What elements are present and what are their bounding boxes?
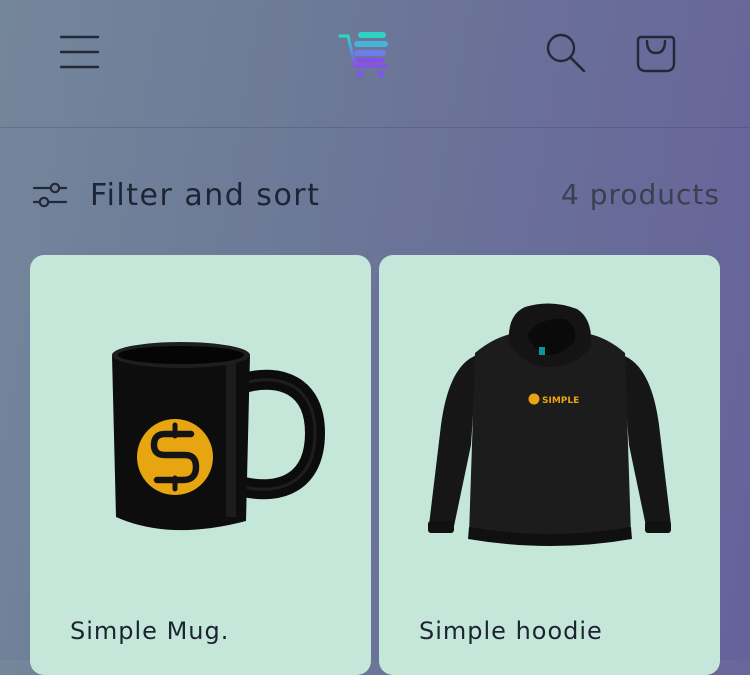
sliders-icon <box>32 182 68 208</box>
product-count: 4 products <box>561 178 720 211</box>
shopping-cart-logo <box>338 32 388 78</box>
filter-and-sort-label: Filter and sort <box>90 177 321 213</box>
shopping-bag-icon <box>636 35 676 73</box>
search-icon <box>546 33 586 73</box>
product-title[interactable]: Simple hoodie <box>419 617 603 645</box>
filter-and-sort-button[interactable]: Filter and sort <box>32 170 320 220</box>
store-logo[interactable] <box>338 28 396 80</box>
hamburger-menu-icon <box>59 35 100 69</box>
product-title[interactable]: Simple Mug. <box>70 617 229 645</box>
hoodie-print-text: SIMPLE <box>542 396 579 406</box>
product-card-hoodie[interactable]: SIMPLE Simple hoodie <box>379 255 720 675</box>
cart-button[interactable] <box>634 31 678 75</box>
menu-button[interactable] <box>58 32 102 72</box>
black-mug-with-gold-s-logo[interactable] <box>30 255 371 595</box>
site-header <box>0 0 750 128</box>
header-divider <box>0 127 750 128</box>
search-button[interactable] <box>544 32 588 74</box>
black-hoodie-with-simple-logo[interactable]: SIMPLE <box>379 255 720 595</box>
product-card-mug[interactable]: Simple Mug. <box>30 255 371 675</box>
